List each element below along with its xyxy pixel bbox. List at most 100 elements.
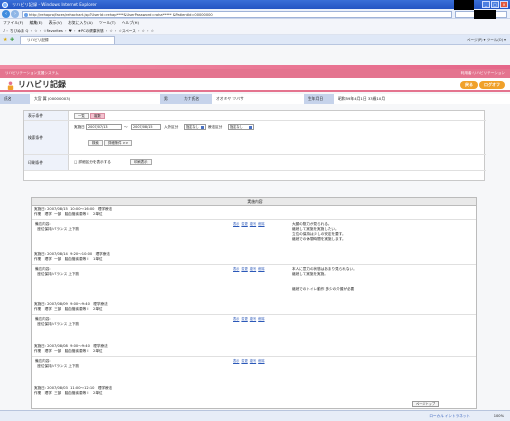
menu-view[interactable]: 表示(V) bbox=[49, 20, 62, 25]
favorites-star-icon[interactable]: ★ bbox=[3, 37, 7, 43]
date-to-input[interactable]: 2007/08/15 bbox=[131, 124, 161, 130]
record-row: 実施日: 2007/08/14 9:20～10:00 理学療法 作業 理学 一部… bbox=[32, 251, 476, 301]
therapy-type-label: 療法区分 bbox=[208, 125, 223, 129]
person-icon bbox=[7, 81, 14, 90]
record-delete-link[interactable]: 削除 bbox=[258, 317, 264, 321]
record-content: 備忘内容: 座位保持/バランス 上下肢 bbox=[35, 267, 80, 276]
record-copy-link[interactable]: 複写 bbox=[250, 317, 256, 321]
record-content: 備忘内容: 座位保持/バランス 上下肢 bbox=[35, 222, 80, 231]
list-view-button[interactable]: 一覧 bbox=[74, 113, 89, 119]
record-delete-link[interactable]: 削除 bbox=[258, 222, 264, 226]
user-line: 利用者:リハビリテーション bbox=[460, 71, 505, 75]
print-condition-label: 印刷条件 bbox=[24, 155, 69, 170]
record-content: 備忘内容: 座位保持/バランス 上下肢 bbox=[35, 359, 80, 368]
record-actions: 表示 変更 複写 削除 bbox=[232, 317, 265, 322]
back-arrow-icon[interactable]: ‹ bbox=[2, 10, 10, 18]
system-name: リハビリテーション支援システム bbox=[5, 71, 59, 75]
record-meta: 実施日: 2007/08/15 10:00～16:00 理学療法 作業 理学 一… bbox=[34, 207, 113, 216]
record-meta: 実施日: 2007/08/09 9:00～9:40 理学療法 作業 理学 三部 … bbox=[34, 302, 108, 311]
display-condition-label: 表示条件 bbox=[24, 111, 69, 120]
command-bar[interactable]: ページ(P) ▾ ツール(O) ▾ bbox=[467, 36, 506, 44]
in-out-label: 入外区分 bbox=[164, 125, 179, 129]
window-title: リハビリ記録 - Windows Internet Explorer bbox=[12, 2, 97, 7]
display-condition-row: 表示条件 一覧 複数 bbox=[24, 111, 486, 121]
redaction-block bbox=[454, 0, 474, 10]
menu-edit[interactable]: 編集(E) bbox=[30, 20, 43, 25]
forward-arrow-icon[interactable]: › bbox=[11, 10, 19, 18]
ie-logo-icon bbox=[2, 1, 8, 8]
record-row: 実施日: 2007/08/09 9:00～9:40 理学療法 作業 理学 三部 … bbox=[32, 301, 476, 343]
record-note: 本人に意力の状態はあまり見られない。 継続して実施を実施。 継続でのトイレ動作 … bbox=[292, 267, 357, 291]
print-detail-checkbox[interactable]: □ 詳細区分を表示する bbox=[74, 159, 111, 165]
back-button[interactable]: 戻る bbox=[460, 81, 478, 89]
address-bar-row: ‹ › http://rehapro/faces/rehachart.jsp?U… bbox=[0, 9, 510, 19]
record-view-link[interactable]: 表示 bbox=[233, 267, 239, 271]
date-from-input[interactable]: 2007/07/13 bbox=[86, 124, 122, 130]
record-copy-link[interactable]: 複写 bbox=[250, 267, 256, 271]
record-delete-link[interactable]: 削除 bbox=[258, 359, 264, 363]
page-top-button[interactable]: ページトップ bbox=[412, 401, 440, 407]
page-icon bbox=[24, 12, 28, 17]
add-favorite-icon[interactable]: ✚ bbox=[10, 37, 14, 43]
print-view-button[interactable]: 印刷表示 bbox=[130, 159, 152, 165]
record-edit-link[interactable]: 変更 bbox=[241, 222, 247, 226]
patient-kana-value: オオミヤ ツバサ bbox=[212, 94, 304, 104]
window-controls: _ □ × bbox=[482, 1, 508, 8]
record-note: 大腿の筋力が見られる。 継続して実施を実施したい。 立位の保持は少しの安定を要す… bbox=[292, 222, 346, 241]
record-row: 実施日: 2007/08/03 11:00～12:10 理学療法 作業 理学 三… bbox=[32, 385, 476, 408]
detail-condition-button[interactable]: 詳細条件 >> bbox=[104, 140, 133, 146]
records-list: 実施内容 実施日: 2007/08/15 10:00～16:00 理学療法 作業… bbox=[31, 197, 477, 409]
menu-favorites[interactable]: お気に入り(A) bbox=[68, 20, 93, 25]
search-condition-row: 検索条件 実施日 2007/07/13 ～ 2007/08/15 入外区分 指定… bbox=[24, 121, 486, 155]
system-header: リハビリテーション支援システム 利用者:リハビリテーション bbox=[0, 69, 510, 78]
patient-name-label: 氏名 bbox=[0, 94, 30, 104]
browser-titlebar: リハビリ記録 - Windows Internet Explorer _ □ × bbox=[0, 0, 510, 9]
search-condition-label: 検索条件 bbox=[24, 121, 69, 154]
patient-dob-value: 昭和59年4月1日 33歳10月 bbox=[334, 94, 510, 104]
record-edit-link[interactable]: 変更 bbox=[241, 359, 247, 363]
menu-tools[interactable]: ツール(T) bbox=[99, 20, 116, 25]
tab-bar: ★ ✚ リハビリ記録 ページ(P) ▾ ツール(O) ▾ bbox=[0, 35, 510, 45]
record-content: 備忘内容: 座位保持/バランス 上下肢 bbox=[35, 317, 80, 326]
record-copy-link[interactable]: 複写 bbox=[250, 222, 256, 226]
search-button[interactable]: 検索 bbox=[88, 140, 103, 146]
record-view-link[interactable]: 表示 bbox=[233, 222, 239, 226]
record-delete-link[interactable]: 削除 bbox=[258, 267, 264, 271]
page-title-bar: リハビリ記録 戻る ログオフ bbox=[0, 78, 510, 92]
record-view-link[interactable]: 表示 bbox=[233, 359, 239, 363]
menu-help[interactable]: ヘルプ(H) bbox=[122, 20, 139, 25]
status-bar: ローカル イントラネット 100% bbox=[0, 410, 510, 421]
record-body: 備忘内容: 座位保持/バランス 上下肢 表示 変更 複写 削除 bbox=[32, 314, 476, 343]
zoom-level[interactable]: 100% bbox=[494, 411, 504, 421]
menu-file[interactable]: ファイル(F) bbox=[3, 20, 23, 25]
maximize-button[interactable]: □ bbox=[491, 1, 499, 8]
patient-dob-label: 生年月日 bbox=[304, 94, 334, 104]
record-actions: 表示 変更 複写 削除 bbox=[232, 359, 265, 364]
menu-bar: ファイル(F) 編集(E) 表示(V) お気に入り(A) ツール(T) ヘルプ(… bbox=[0, 19, 510, 27]
record-copy-link[interactable]: 複写 bbox=[250, 359, 256, 363]
record-meta: 実施日: 2007/08/03 11:00～12:10 理学療法 作業 理学 三… bbox=[34, 386, 113, 395]
logout-button[interactable]: ログオフ bbox=[479, 81, 505, 89]
record-body: 備忘内容: 座位保持/バランス 上下肢 表示 変更 複写 削除 大腿の筋力が見ら… bbox=[32, 219, 476, 251]
address-field[interactable]: http://rehapro/faces/rehachart.jsp?UserI… bbox=[22, 10, 452, 18]
patient-info-bar: 氏名 大宮 翼 (00000003) 男 カナ氏名 オオミヤ ツバサ 生年月日 … bbox=[0, 94, 510, 104]
date-label: 実施日 bbox=[74, 125, 85, 129]
record-edit-link[interactable]: 変更 bbox=[241, 317, 247, 321]
multi-view-button[interactable]: 複数 bbox=[90, 113, 105, 119]
therapy-type-select[interactable]: 指定なし bbox=[228, 124, 254, 130]
minimize-button[interactable]: _ bbox=[482, 1, 490, 8]
record-row: 実施日: 2007/08/15 10:00～16:00 理学療法 作業 理学 一… bbox=[32, 206, 476, 251]
date-separator: ～ bbox=[124, 125, 128, 129]
record-row: 実施日: 2007/08/08 9:00～9:40 理学療法 作業 理学 一部 … bbox=[32, 343, 476, 385]
record-body: 備忘内容: 座位保持/バランス 上下肢 表示 変更 複写 削除 本人に意力の状態… bbox=[32, 264, 476, 301]
patient-kana-label: カナ氏名 bbox=[180, 94, 212, 104]
record-view-link[interactable]: 表示 bbox=[233, 317, 239, 321]
close-button[interactable]: × bbox=[500, 1, 508, 8]
record-body: 備忘内容: 座位保持/バランス 上下肢 表示 変更 複写 削除 bbox=[32, 356, 476, 385]
tab-rehab-record[interactable]: リハビリ記録 bbox=[20, 36, 115, 44]
in-out-select[interactable]: 指定なし bbox=[184, 124, 206, 130]
links-toolbar-text[interactable]: ♪・ ちびぬま Q ・ ☆ ・ ☆Favorites ・ ♥ ・ ★PCの健康状… bbox=[3, 29, 154, 33]
list-header: 実施内容 bbox=[32, 198, 476, 206]
record-meta: 実施日: 2007/08/14 9:20～10:00 理学療法 作業 理学 一部… bbox=[34, 252, 110, 261]
record-edit-link[interactable]: 変更 bbox=[241, 267, 247, 271]
